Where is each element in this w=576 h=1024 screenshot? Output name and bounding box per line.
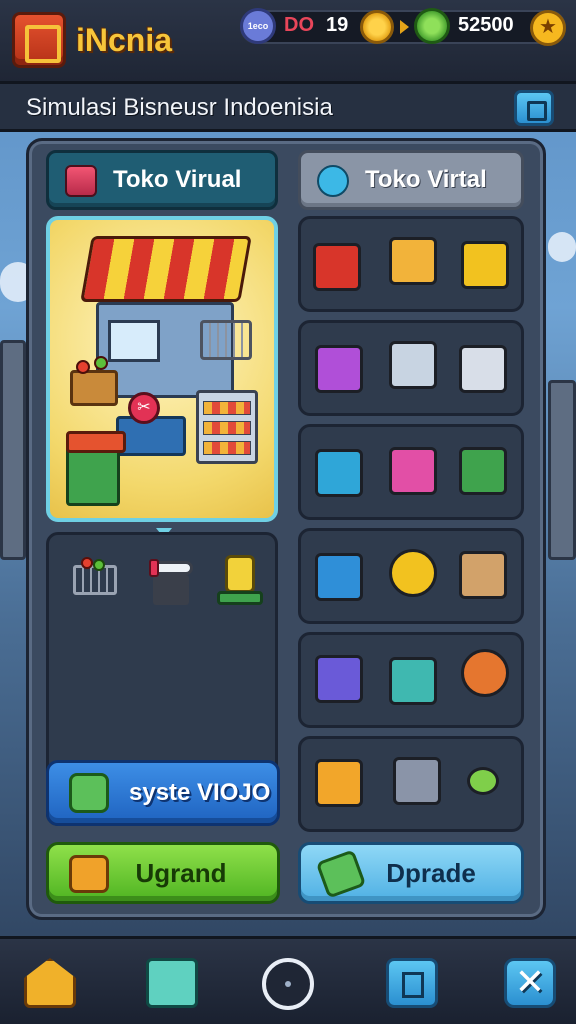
item-row (298, 216, 524, 312)
crate-icon[interactable] (461, 241, 509, 289)
item-row (298, 320, 524, 416)
shopping-bag-icon[interactable] (389, 447, 437, 495)
arcade-machine-icon[interactable] (315, 345, 363, 393)
treasure-box-icon[interactable] (315, 759, 363, 807)
tab-toko-virtal[interactable]: Toko Virtal (298, 150, 524, 210)
tab-label: Toko Virual (113, 166, 242, 193)
background-cloud (548, 232, 576, 262)
vending-machine-icon[interactable] (389, 341, 437, 389)
money-value: 52500 (458, 14, 514, 36)
display-fridge (196, 390, 258, 464)
gear-coin-icon (360, 10, 394, 44)
red-stat-value: DO (284, 14, 314, 36)
circle-icon[interactable] (262, 958, 314, 1010)
dprade-button-label: Dprade (386, 857, 476, 888)
system-button[interactable]: syste VIOJO (46, 760, 280, 826)
coin-machine-icon[interactable] (459, 345, 507, 393)
tab-label: Toko Virtal (365, 166, 487, 193)
pencil-icon (315, 849, 367, 899)
fridge-shelf (203, 401, 251, 415)
gift-box-icon[interactable] (315, 655, 363, 703)
storage-box-icon[interactable] (389, 237, 437, 285)
item-row (298, 632, 524, 728)
pos-terminal-icon[interactable] (315, 449, 363, 497)
tab-toko-virual[interactable]: Toko Virual (46, 150, 278, 210)
map-button[interactable] (514, 90, 554, 126)
system-button-label: syste VIOJO (129, 779, 271, 806)
item-row (298, 528, 524, 624)
scale-machine-icon[interactable] (213, 551, 269, 607)
fridge-shelf (203, 421, 251, 435)
item-row (298, 424, 524, 520)
document-icon[interactable] (386, 958, 438, 1008)
produce-crate-icon (70, 370, 118, 406)
subtitle-bar: Simulasi Bisneusr Indoenisia (0, 84, 576, 132)
app-title: iNcnia (76, 22, 173, 58)
page-subtitle: Simulasi Bisneusr Indoenisia (26, 94, 333, 121)
chat-badge-icon[interactable]: 1eco (240, 8, 276, 44)
bucket-icon[interactable] (393, 757, 441, 805)
green-coin-icon (414, 8, 450, 44)
scissors-badge-icon: ✂ (128, 392, 160, 424)
close-icon[interactable]: ✕ (504, 958, 556, 1008)
shopping-cart-icon (200, 320, 252, 360)
arrow-right-icon (400, 20, 409, 34)
edit-icon[interactable] (146, 958, 198, 1008)
backpack-icon[interactable] (459, 447, 507, 495)
background-building (0, 340, 26, 560)
white-stat-value: 19 (326, 14, 349, 36)
shop-icon (65, 165, 97, 197)
upgrade-button-label: Ugrand (135, 857, 227, 888)
cardboard-box-icon[interactable] (459, 551, 507, 599)
basket-icon[interactable] (315, 553, 363, 601)
coin-cart-icon[interactable] (461, 649, 509, 697)
item-row (298, 736, 524, 832)
store-awning (80, 236, 252, 302)
star-coin-icon[interactable]: ★ (530, 10, 566, 46)
fridge-shelf (203, 441, 251, 455)
money-stack-icon (69, 773, 109, 813)
shopping-cart-icon[interactable] (67, 555, 123, 611)
upgrade-button[interactable]: Ugrand (46, 842, 280, 904)
green-kiosk-icon (66, 431, 126, 506)
background-building (548, 380, 576, 560)
paper-roll-icon[interactable] (145, 555, 201, 611)
fruit-icon (76, 360, 90, 374)
fruit-icon (94, 356, 108, 370)
dprade-button[interactable]: Dprade (298, 842, 524, 904)
store-preview-card[interactable]: ✂ (46, 216, 278, 522)
telescope-icon[interactable] (389, 657, 437, 705)
cash-register-icon[interactable] (313, 243, 361, 291)
store-window (108, 320, 160, 362)
store-logo-icon[interactable] (12, 12, 66, 68)
coins-icon[interactable] (467, 767, 499, 795)
box-icon (69, 855, 109, 893)
gear-icon (317, 165, 349, 197)
tag-icon[interactable] (389, 549, 437, 597)
